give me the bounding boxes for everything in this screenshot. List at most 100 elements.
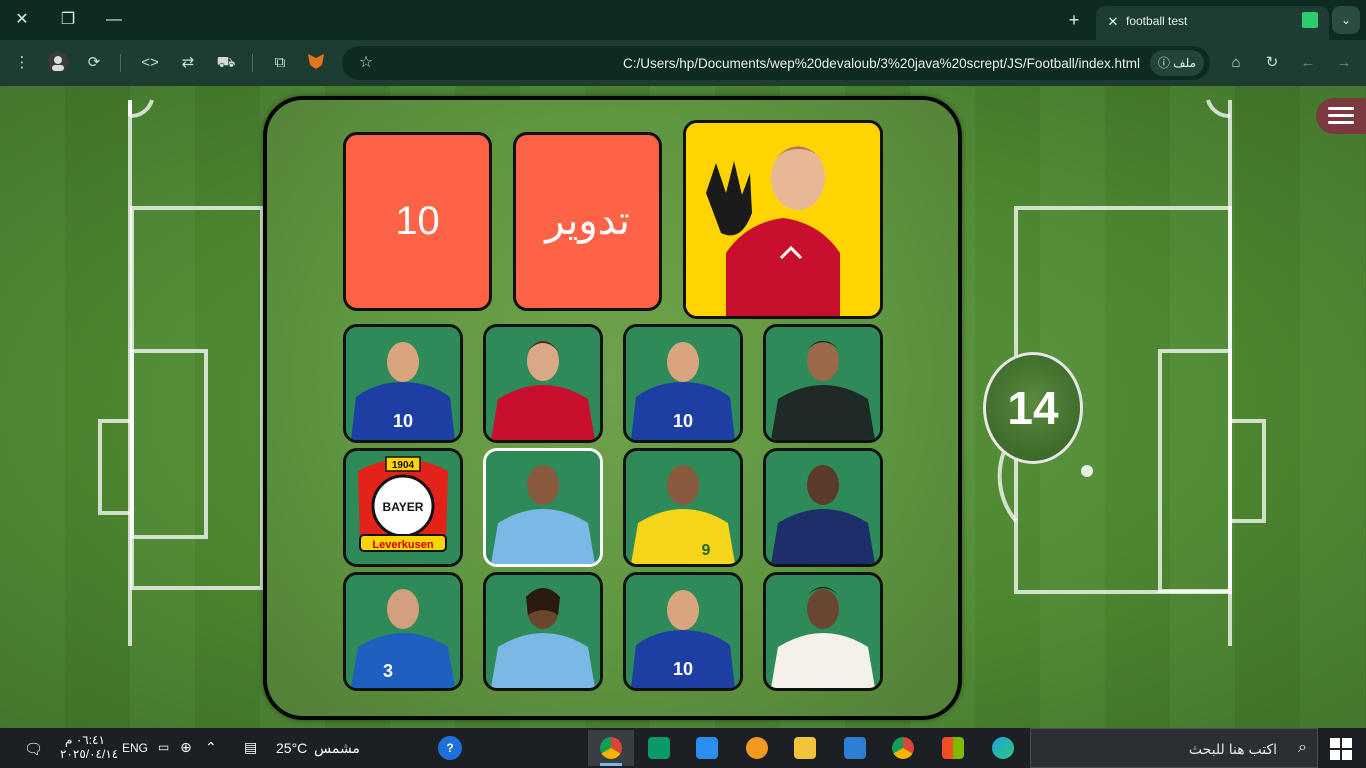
tab-search-icon[interactable]: ⌄ [1332,6,1360,34]
player-portrait-man-city [486,575,600,688]
new-tab-icon[interactable]: + [1062,8,1086,32]
svg-text:BAYER: BAYER [383,500,424,514]
edge-icon [992,737,1014,759]
hamburger-menu-button[interactable] [1316,98,1366,134]
translate-icon[interactable]: ⇄ [176,51,200,75]
bookmark-star-icon[interactable]: ☆ [354,51,378,75]
player-card[interactable]: 9 [623,448,743,567]
shuffle-button[interactable]: تدوير [513,132,662,311]
tab-bar: ✕ ❐ — + ✕ football test ⌄ [0,0,1366,40]
player-portrait-liverpool [486,327,600,440]
performance-icon[interactable]: ⟳ [82,51,106,75]
player-card[interactable]: 10 [623,572,743,691]
folder-icon [794,737,816,759]
mail-icon [844,737,866,759]
svg-text:10: 10 [673,411,693,431]
player-card[interactable]: 10 [343,324,463,443]
player-portrait-france: 10 [626,575,740,688]
svg-text:1904: 1904 [392,460,415,471]
network-icon[interactable]: ⊕ [180,739,192,756]
notification-icon[interactable]: 🗨 [24,740,43,758]
browser-toolbar: ⋮ ⟳ <> ⇄ ⛟ ⧉ ☆ C:/Users/hp/Documents/wep… [0,40,1366,86]
player-portrait-man-city [486,451,600,564]
player-card[interactable] [763,324,883,443]
metamask-icon[interactable] [304,51,328,75]
start-button-icon[interactable] [1330,738,1352,760]
player-card[interactable]: 3 [343,572,463,691]
taskbar-chrome[interactable] [880,730,926,766]
profile-avatar[interactable] [46,51,70,75]
counter-value: 10 [395,199,440,243]
more-menu-icon[interactable]: ⋮ [10,51,34,75]
player-portrait-france: 10 [346,327,460,440]
chrome-icon [600,737,622,759]
player-portrait-psg [766,327,880,440]
close-window-icon[interactable]: ✕ [8,6,36,34]
home-icon[interactable]: ⌂ [1224,51,1248,75]
player-card[interactable] [763,448,883,567]
reload-icon[interactable]: ↻ [1260,51,1284,75]
svg-text:10: 10 [673,659,693,679]
show-hidden-icons-icon[interactable]: ⌃ [205,739,217,756]
battery-icon[interactable]: ▭ [158,740,169,754]
player-card[interactable] [763,572,883,691]
site-info-chip[interactable]: ⓘ ملف [1149,50,1204,76]
windows-taskbar: 🗨 ٠٦:٤١ م ٢٠٢٥/٠٤/١٤ ENG ▭ ⊕ ⌃ ▤ 25°C مش… [0,728,1366,768]
player-portrait-real-madrid [766,575,880,688]
tab-title: football test [1126,14,1188,28]
taskbar-store[interactable] [930,730,976,766]
score-badge: 14 [983,352,1083,464]
extensions-icon[interactable]: ⧉ [268,51,292,75]
taskbar-fl-studio[interactable] [734,730,780,766]
weather-desc[interactable]: مشمس [314,740,360,757]
tab-close-icon[interactable]: ✕ [1104,13,1122,31]
store-icon [942,737,964,759]
address-bar[interactable]: ☆ C:/Users/hp/Documents/wep%20devaloub/3… [342,46,1210,80]
taskbar-mail[interactable] [832,730,878,766]
player-card[interactable] [483,572,603,691]
minimize-window-icon[interactable]: — [100,6,128,34]
tab-football-test[interactable]: ✕ football test [1096,6,1329,40]
back-icon[interactable]: ← [1296,51,1320,75]
search-icon: ⌕ [1298,739,1307,756]
taskbar-search-box[interactable]: اكتب هنا للبحث ⌕ [1030,728,1318,768]
weather-temp[interactable]: 25°C [276,740,307,756]
player-portrait-brazil: 9 [626,451,740,564]
extension-car-icon[interactable]: ⛟ [214,51,238,75]
featured-player-card [683,120,883,319]
taskbar-chrome-active[interactable] [588,730,634,766]
svg-text:Leverkusen: Leverkusen [372,539,433,551]
taskbar-vscode[interactable] [684,730,730,766]
bayer-leverkusen-logo-icon: BAYER Leverkusen 1904 [346,451,460,564]
clock[interactable]: ٠٦:٤١ م ٢٠٢٥/٠٤/١٤ [60,733,118,761]
shuffle-label: تدوير [545,199,630,243]
vscode-icon [696,737,718,759]
devtools-icon[interactable]: <> [138,51,162,75]
counter-card: 10 [343,132,492,311]
search-placeholder: اكتب هنا للبحث [1188,741,1277,757]
fl-studio-icon [746,737,768,759]
svg-text:9: 9 [702,542,711,559]
player-card-selected[interactable] [483,448,603,567]
forward-icon[interactable]: → [1332,51,1356,75]
site-chip-label: ملف [1173,56,1196,70]
club-logo-card[interactable]: BAYER Leverkusen 1904 [343,448,463,567]
help-icon[interactable]: ? [438,736,462,760]
player-portrait-al-nassr [766,451,880,564]
taskbar-app-home[interactable] [636,730,682,766]
chrome-icon [892,737,914,759]
url-text: C:/Users/hp/Documents/wep%20devaloub/3%2… [622,56,1140,71]
weather-icon[interactable]: ▤ [244,739,257,756]
player-card[interactable] [483,324,603,443]
player-portrait-italy: 3 [346,575,460,688]
info-icon: ⓘ [1157,56,1170,70]
restore-window-icon[interactable]: ❐ [54,6,82,34]
taskbar-file-explorer[interactable] [782,730,828,766]
player-portrait-france: 10 [626,327,740,440]
clock-time: ٠٦:٤١ م [65,733,105,747]
svg-text:3: 3 [383,661,393,681]
player-card[interactable]: 10 [623,324,743,443]
player-portrait-liverpool [686,123,880,316]
taskbar-edge[interactable] [980,730,1026,766]
language-indicator[interactable]: ENG [122,741,148,755]
